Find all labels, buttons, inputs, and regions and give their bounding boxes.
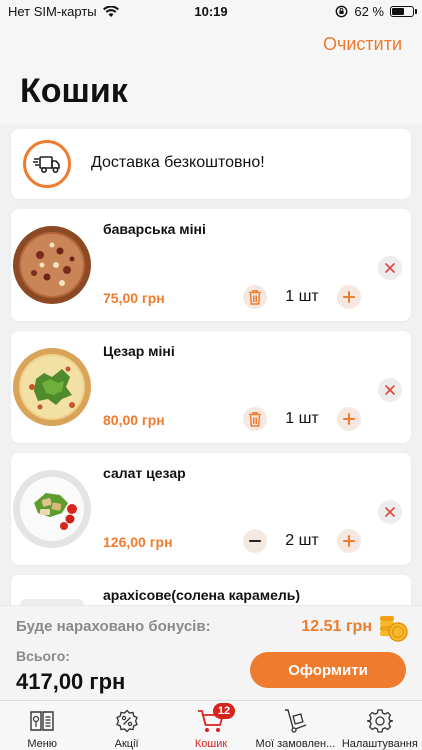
item-name: Цезар міні	[103, 343, 175, 359]
tab-label: Меню	[27, 738, 58, 750]
header: Очистити Кошик	[0, 24, 422, 124]
item-name: салат цезар	[103, 465, 186, 481]
trash-icon	[249, 290, 261, 305]
bonus-value: 12.51 грн	[301, 618, 372, 635]
tab-menu[interactable]: Меню	[0, 701, 84, 750]
trash-icon	[249, 412, 261, 427]
close-icon	[385, 507, 395, 517]
delete-item-button[interactable]	[243, 407, 267, 431]
quantity-stepper: 2 шт	[243, 529, 361, 553]
delivery-truck-icon	[23, 140, 71, 188]
tab-my-orders[interactable]: Мої замовлен...	[253, 701, 337, 750]
status-bar: Нет SIM-карты 10:19 62 %	[0, 0, 422, 24]
cart-count-badge: 12	[213, 703, 236, 719]
remove-item-button[interactable]	[378, 256, 402, 280]
coins-icon	[378, 612, 408, 642]
gear-icon	[366, 707, 394, 735]
tab-cart[interactable]: 12 Кошик	[169, 701, 253, 750]
rotation-lock-icon	[335, 5, 348, 18]
salad-image	[12, 469, 92, 549]
plus-icon	[343, 535, 355, 547]
item-price: 80,00 грн	[103, 412, 165, 428]
page-title: Кошик	[20, 72, 128, 110]
remove-item-button[interactable]	[378, 378, 402, 402]
total-value: 417,00 грн	[16, 669, 126, 694]
menu-book-icon	[28, 707, 56, 735]
quantity-stepper: 1 шт	[243, 407, 361, 431]
pizza-image	[12, 347, 92, 427]
pizza-image	[12, 225, 92, 305]
plus-icon	[343, 291, 355, 303]
item-name: баварська міні	[103, 221, 206, 237]
quantity-stepper: 1 шт	[243, 285, 361, 309]
checkout-button[interactable]: Оформити	[250, 652, 406, 688]
delete-item-button[interactable]	[243, 285, 267, 309]
item-price: 126,00 грн	[103, 534, 173, 550]
quantity-value: 1 шт	[285, 288, 319, 305]
status-right: 62 %	[335, 4, 417, 19]
close-icon	[385, 263, 395, 273]
item-name: арахісове(солена карамель)	[103, 587, 301, 603]
percent-badge-icon	[113, 707, 141, 735]
tab-label: Акції	[114, 738, 139, 750]
hand-truck-icon	[281, 707, 309, 735]
item-price: 75,00 грн	[103, 290, 165, 306]
plus-icon	[343, 413, 355, 425]
close-icon	[385, 385, 395, 395]
tab-settings[interactable]: Налаштування	[338, 701, 422, 750]
tab-label: Налаштування	[341, 738, 418, 750]
increase-quantity-button[interactable]	[337, 285, 361, 309]
minus-icon	[249, 540, 261, 542]
quantity-value: 1 шт	[285, 410, 319, 427]
battery-icon	[390, 6, 417, 17]
delivery-text: Доставка безкоштовно!	[91, 154, 265, 171]
tab-promotions[interactable]: Акції	[84, 701, 168, 750]
cart-item: баварська міні 75,00 грн 1 шт	[11, 209, 411, 321]
total-label: Всього:	[16, 648, 70, 664]
increase-quantity-button[interactable]	[337, 407, 361, 431]
increase-quantity-button[interactable]	[337, 529, 361, 553]
delivery-banner: Доставка безкоштовно!	[11, 129, 411, 199]
cart-item: Цезар міні 80,00 грн 1 шт	[11, 331, 411, 443]
battery-percent: 62 %	[354, 4, 384, 19]
decrease-quantity-button[interactable]	[243, 529, 267, 553]
cart-item: салат цезар 126,00 грн 2 шт	[11, 453, 411, 565]
bonus-label: Буде нараховано бонусів:	[16, 618, 211, 635]
tab-label: Кошик	[194, 738, 228, 750]
quantity-value: 2 шт	[285, 532, 319, 549]
order-summary: Буде нараховано бонусів: 12.51 грн Всьог…	[0, 605, 422, 700]
clear-cart-button[interactable]: Очистити	[323, 34, 402, 55]
tab-label: Мої замовлен...	[255, 738, 336, 750]
tab-bar: Меню Акції 12 Кошик Мої замовлен... Нала…	[0, 700, 422, 750]
remove-item-button[interactable]	[378, 500, 402, 524]
